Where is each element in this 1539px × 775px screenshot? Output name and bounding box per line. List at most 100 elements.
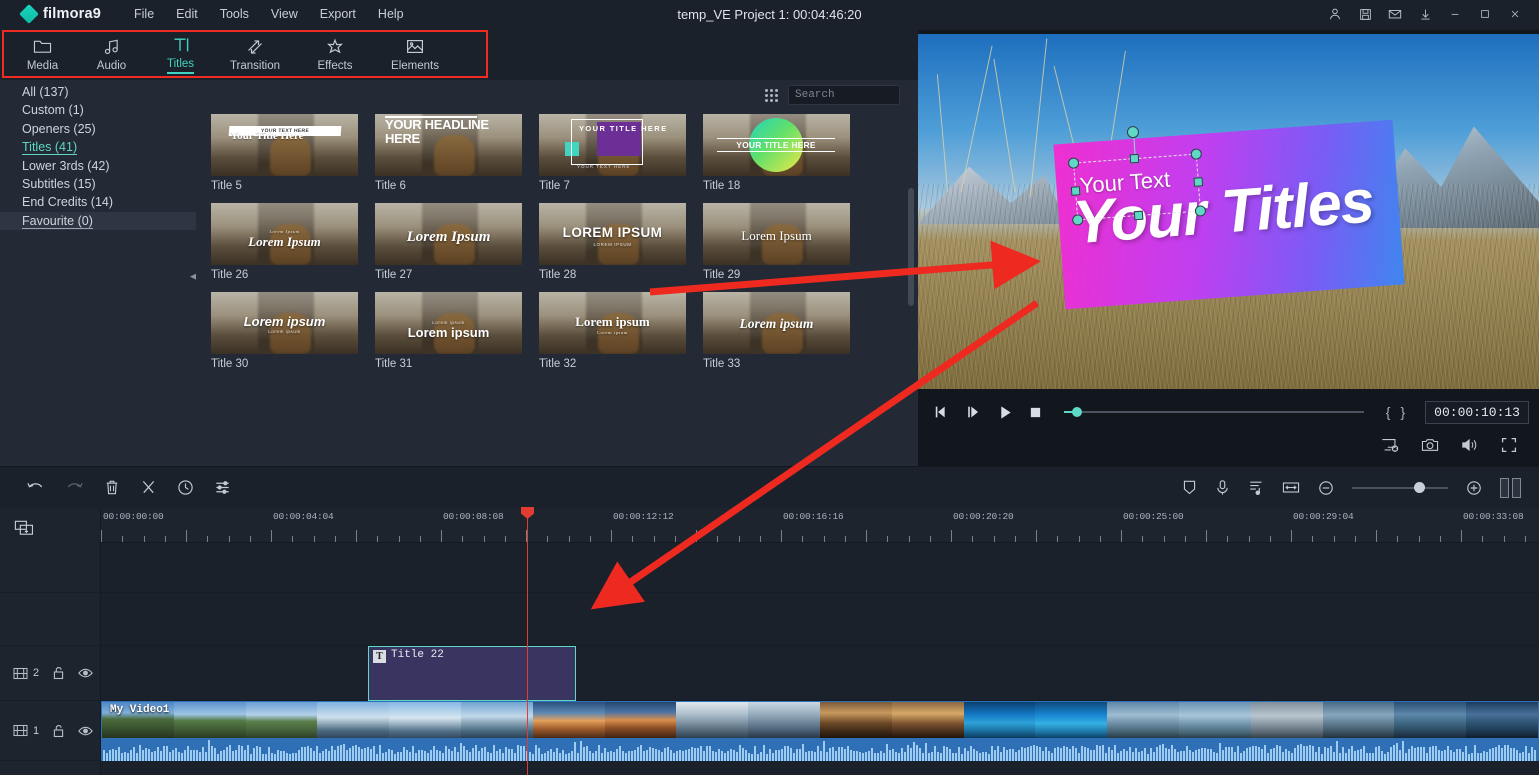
menu-view[interactable]: View — [260, 2, 309, 26]
undo-icon[interactable] — [26, 479, 45, 496]
save-icon[interactable] — [1351, 0, 1379, 28]
thumb-title-18[interactable]: YOUR TITLE HERE Title 18 — [703, 114, 850, 192]
marker-icon[interactable] — [1182, 479, 1197, 496]
thumb-title-29[interactable]: Lorem Ipsum Title 29 — [703, 203, 850, 281]
thumb-title-5[interactable]: YOUR TEXT HERE Your Title Here Title 5 — [211, 114, 358, 192]
stop-button[interactable] — [1029, 406, 1042, 419]
menu-file[interactable]: File — [123, 2, 165, 26]
preview-timecode[interactable]: 00:00:10:13 — [1425, 401, 1529, 424]
zoom-knob[interactable] — [1414, 482, 1425, 493]
tab-media[interactable]: Media — [8, 37, 77, 72]
prev-frame-button[interactable] — [934, 405, 950, 419]
category-lower-3rds[interactable]: Lower 3rds (42) — [0, 157, 196, 175]
zoom-out-icon[interactable] — [1318, 480, 1334, 496]
tab-audio[interactable]: Audio — [77, 37, 146, 72]
menu-help[interactable]: Help — [367, 2, 415, 26]
track-row-empty-1[interactable] — [0, 543, 1539, 593]
thumbnail-image[interactable]: Lorem ipsum — [703, 292, 850, 354]
delete-icon[interactable] — [104, 479, 120, 496]
audio-waveform-clip[interactable] — [101, 739, 1539, 761]
speed-icon[interactable] — [177, 479, 194, 496]
category-subtitles[interactable]: Subtitles (15) — [0, 175, 196, 193]
track-row-empty-2[interactable] — [0, 593, 1539, 646]
tab-titles[interactable]: Titles — [146, 35, 215, 74]
redo-icon[interactable] — [65, 479, 84, 496]
video-clip[interactable]: My Video1 — [101, 701, 1539, 739]
category-all[interactable]: All (137) — [0, 83, 196, 101]
account-icon[interactable] — [1321, 0, 1349, 28]
thumbnail-image[interactable]: Lorem Ipsum Lorem Ipsum — [211, 203, 358, 265]
tab-effects[interactable]: Effects — [295, 37, 375, 72]
timeline-ruler[interactable]: 00:00:00:00 00:00:04:04 00:00:08:08 00:0… — [101, 508, 1539, 543]
search-box[interactable] — [788, 85, 900, 105]
menu-tools[interactable]: Tools — [209, 2, 260, 26]
thumb-title-27[interactable]: Lorem Ipsum Title 27 — [375, 203, 522, 281]
thumb-title-31[interactable]: Lorem ipsum Lorem ipsum Title 31 — [375, 292, 522, 370]
menu-edit[interactable]: Edit — [165, 2, 209, 26]
audio-mixer-icon[interactable] — [1248, 479, 1264, 496]
split-view-icon[interactable] — [1500, 478, 1521, 498]
next-frame-button[interactable] — [966, 405, 982, 419]
thumbnail-image[interactable]: Lorem Ipsum — [375, 203, 522, 265]
zoom-in-icon[interactable] — [1466, 480, 1482, 496]
minimize-button[interactable] — [1441, 0, 1469, 28]
thumb-title-26[interactable]: Lorem Ipsum Lorem Ipsum Title 26 — [211, 203, 358, 281]
fullscreen-icon[interactable] — [1501, 437, 1517, 453]
track-row-2[interactable]: 2 — [0, 646, 1539, 701]
menu-export[interactable]: Export — [309, 2, 367, 26]
maximize-button[interactable] — [1471, 0, 1499, 28]
thumbnail-image[interactable]: Lorem ipsum Lorem ipsum — [211, 292, 358, 354]
browser-scrollbar[interactable] — [908, 114, 914, 430]
volume-icon[interactable] — [1461, 437, 1479, 453]
tab-elements[interactable]: Elements — [375, 37, 455, 72]
mark-out-button[interactable]: } — [1400, 404, 1405, 420]
handle-bottom-center[interactable] — [1134, 211, 1144, 221]
playhead[interactable] — [527, 508, 528, 775]
eye-icon[interactable] — [78, 667, 93, 679]
thumb-title-6[interactable]: YOUR HEADLINE HERE Title 6 — [375, 114, 522, 192]
category-titles[interactable]: Titles (41) — [0, 138, 196, 156]
video-preview[interactable]: Your Titles — [918, 34, 1539, 389]
thumbnail-image[interactable]: YOUR HEADLINE HERE — [375, 114, 522, 176]
thumbnail-image[interactable]: YOUR TEXT HERE Your Title Here — [211, 114, 358, 176]
lock-icon[interactable] — [52, 666, 65, 680]
split-icon[interactable] — [140, 479, 157, 496]
thumbnail-image[interactable]: Lorem Ipsum — [703, 203, 850, 265]
thumb-title-33[interactable]: Lorem ipsum Title 33 — [703, 292, 850, 370]
settings-icon[interactable] — [214, 479, 231, 496]
scrollbar-thumb[interactable] — [908, 188, 914, 306]
mail-icon[interactable] — [1381, 0, 1409, 28]
handle-top-center[interactable] — [1130, 154, 1140, 164]
zoom-slider[interactable] — [1352, 482, 1448, 494]
record-voiceover-icon[interactable] — [1215, 479, 1230, 496]
thumbnail-image[interactable]: YOUR TITLE HERE YOUR TEXT HERE — [539, 114, 686, 176]
category-custom[interactable]: Custom (1) — [0, 101, 196, 119]
seek-knob[interactable] — [1072, 407, 1082, 417]
screen-settings-icon[interactable] — [1381, 437, 1399, 453]
thumbnail-image[interactable]: Lorem ipsum Lorem ipsum — [375, 292, 522, 354]
thumbnail-image[interactable]: YOUR TITLE HERE — [703, 114, 850, 176]
add-track-icon[interactable] — [14, 520, 35, 543]
thumbnail-image[interactable]: Lorem ipsum Lorem ipsum — [539, 292, 686, 354]
handle-middle-right[interactable] — [1193, 177, 1203, 187]
handle-middle-left[interactable] — [1071, 186, 1081, 196]
play-button[interactable] — [998, 405, 1013, 420]
category-favourite[interactable]: Favourite (0) — [0, 212, 196, 230]
title-clip[interactable]: T Title 22 — [368, 646, 576, 701]
text-selection-box[interactable]: Your Text — [1073, 154, 1201, 221]
thumb-title-32[interactable]: Lorem ipsum Lorem ipsum Title 32 — [539, 292, 686, 370]
thumb-title-28[interactable]: LOREM IPSUM LOREM IPSUM Title 28 — [539, 203, 686, 281]
grid-view-icon[interactable] — [765, 89, 778, 102]
tab-transition[interactable]: Transition — [215, 37, 295, 72]
category-openers[interactable]: Openers (25) — [0, 120, 196, 138]
fit-timeline-icon[interactable] — [1282, 480, 1300, 495]
snapshot-icon[interactable] — [1421, 437, 1439, 453]
seek-slider[interactable] — [1064, 405, 1364, 419]
thumb-title-7[interactable]: YOUR TITLE HERE YOUR TEXT HERE Title 7 — [539, 114, 686, 192]
thumbnail-image[interactable]: LOREM IPSUM LOREM IPSUM — [539, 203, 686, 265]
close-button[interactable] — [1501, 0, 1529, 28]
thumb-title-30[interactable]: Lorem ipsum Lorem ipsum Title 30 — [211, 292, 358, 370]
lock-icon[interactable] — [52, 724, 65, 738]
eye-icon[interactable] — [78, 725, 93, 737]
mark-in-button[interactable]: { — [1386, 404, 1391, 420]
